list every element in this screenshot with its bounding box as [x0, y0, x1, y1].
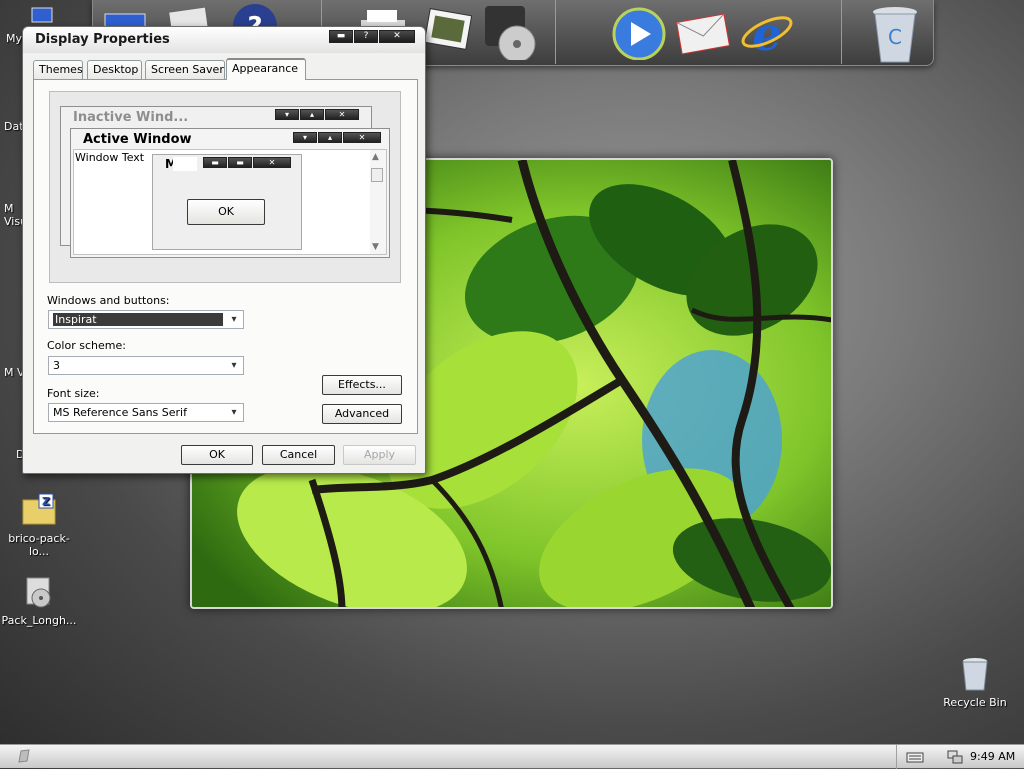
tab-screen-saver[interactable]: Screen Saver	[145, 60, 225, 79]
desktop-icon-brico-pack[interactable]: Z brico-pack-lo...	[0, 492, 78, 558]
preview-inactive-title: Inactive Wind...	[73, 110, 189, 125]
preview-active-title: Active Window	[83, 132, 192, 147]
advanced-button[interactable]: Advanced	[322, 404, 402, 424]
cancel-button[interactable]: Cancel	[262, 445, 335, 465]
taskbar: 9:49 AM	[0, 744, 1024, 769]
display-properties-dialog: Display Properties ▬ ? ✕ Themes Desktop …	[22, 26, 426, 474]
maximize-button[interactable]: ?	[354, 30, 378, 43]
chevron-down-icon: ▾	[231, 407, 237, 418]
maximize-icon: ?	[363, 31, 369, 41]
chevron-down-icon: ▾	[231, 314, 237, 325]
preview-msg-maximize-icon: ▬	[228, 157, 252, 168]
start-icon	[18, 749, 30, 763]
preview-msg-minimize-icon: ▬	[203, 157, 227, 168]
font-size-label: Font size:	[47, 387, 100, 400]
preview-message-box: M ▬ ▬ ✕ OK	[152, 154, 302, 250]
recycle-bin-icon	[957, 656, 993, 692]
effects-button[interactable]: Effects...	[322, 375, 402, 395]
tab-desktop[interactable]: Desktop	[87, 60, 142, 79]
media-player-icon[interactable]	[611, 4, 667, 61]
apply-button[interactable]: Apply	[343, 445, 416, 465]
preview-active-minimize-icon: ▾	[293, 132, 317, 143]
internet-explorer-icon[interactable]: e	[739, 4, 795, 61]
preview-inactive-minimize-icon: ▾	[275, 109, 299, 120]
scroll-down-icon: ▼	[372, 242, 379, 252]
minimize-button[interactable]: ▬	[329, 30, 353, 43]
appearance-panel: Inactive Wind... ▾ ▴ ✕ Active Window ▾ ▴…	[33, 79, 418, 434]
scroll-thumb	[371, 168, 383, 182]
preview-inactive-maximize-icon: ▴	[300, 109, 324, 120]
preview-active-window: Active Window ▾ ▴ ✕ Window Text ▲ ▼ M ▬	[70, 128, 390, 258]
svg-text:C: C	[888, 25, 902, 49]
scroll-up-icon: ▲	[372, 152, 379, 162]
taskbar-clock[interactable]: 9:49 AM	[970, 750, 1015, 763]
preview-inactive-close-icon: ✕	[325, 109, 359, 120]
preview-message-title-gap	[173, 157, 197, 171]
close-icon: ✕	[393, 31, 401, 41]
preview-scrollbar: ▲ ▼	[370, 150, 386, 254]
preview-window-text: Window Text	[75, 151, 145, 164]
tab-appearance[interactable]: Appearance	[226, 58, 306, 80]
svg-text:Z: Z	[42, 495, 50, 508]
tray-divider	[896, 745, 897, 769]
color-scheme-label: Color scheme:	[47, 339, 126, 352]
appearance-preview: Inactive Wind... ▾ ▴ ✕ Active Window ▾ ▴…	[49, 91, 401, 283]
preview-msg-close-icon: ✕	[253, 157, 291, 168]
windows-buttons-label: Windows and buttons:	[47, 294, 170, 307]
cd-icon[interactable]	[485, 4, 541, 63]
recycle-bin-dock-icon[interactable]: C	[867, 4, 923, 63]
desktop-icon-pack-longhorn[interactable]: Pack_Longh...	[0, 574, 78, 627]
minimize-icon: ▬	[336, 31, 346, 41]
preview-ok-button: OK	[187, 199, 265, 225]
preview-active-maximize-icon: ▴	[318, 132, 342, 143]
close-button[interactable]: ✕	[379, 30, 415, 43]
start-button[interactable]	[16, 748, 32, 764]
dialog-title: Display Properties	[35, 32, 170, 47]
windows-buttons-select[interactable]: Inspirat ▾	[48, 310, 244, 329]
color-scheme-select[interactable]: 3 ▾	[48, 356, 244, 375]
font-size-select[interactable]: MS Reference Sans Serif ▾	[48, 403, 244, 422]
installer-icon	[21, 574, 57, 610]
photos-icon[interactable]	[421, 4, 477, 60]
chevron-down-icon: ▾	[231, 360, 237, 371]
network-icon[interactable]	[946, 749, 964, 765]
keyboard-icon[interactable]	[906, 750, 924, 764]
zip-folder-icon: Z	[21, 492, 57, 528]
desktop-icon-recycle-bin[interactable]: Recycle Bin	[936, 656, 1014, 709]
tab-themes[interactable]: Themes	[33, 60, 83, 79]
preview-window-client: Window Text ▲ ▼ M ▬ ▬ ✕ OK	[73, 149, 387, 255]
preview-active-close-icon: ✕	[343, 132, 381, 143]
mail-icon[interactable]	[675, 4, 731, 60]
ok-button[interactable]: OK	[181, 445, 253, 465]
svg-text:e: e	[752, 7, 781, 60]
dialog-titlebar[interactable]: Display Properties ▬ ? ✕	[23, 27, 425, 53]
